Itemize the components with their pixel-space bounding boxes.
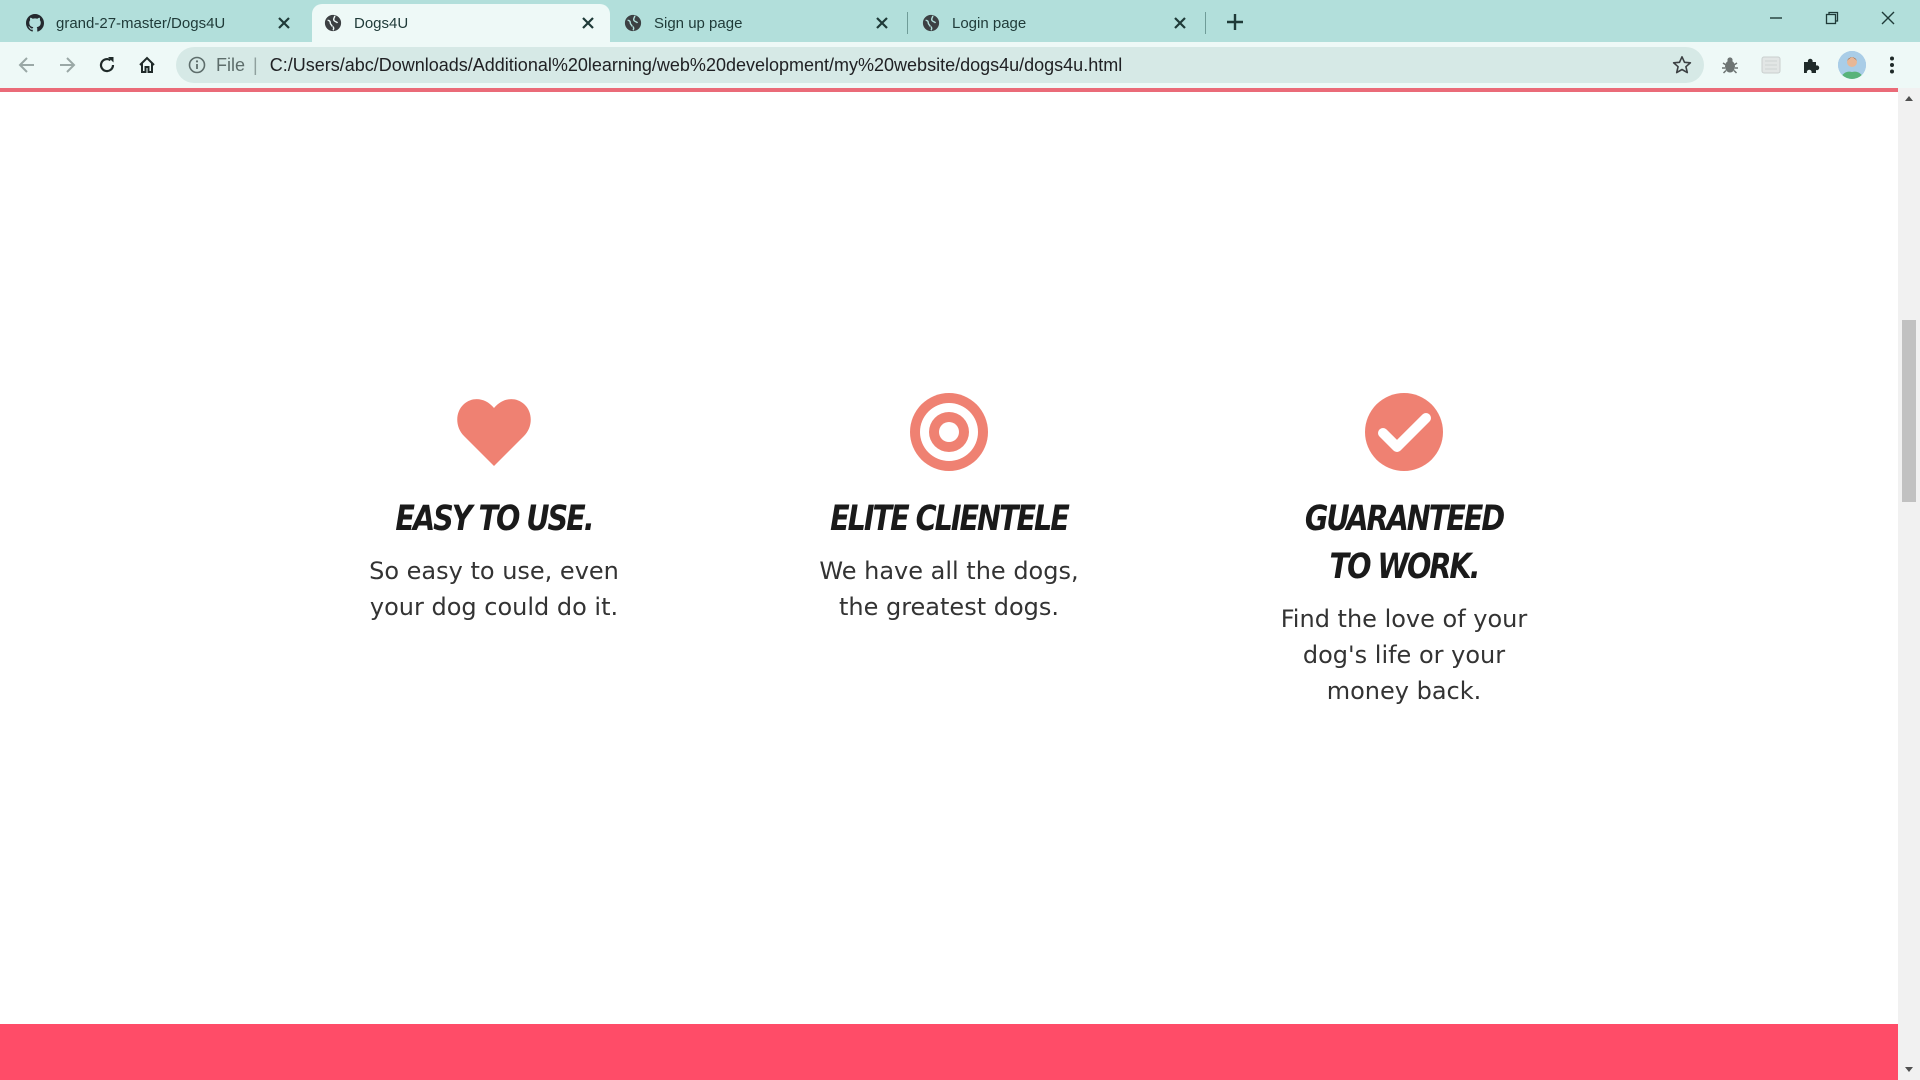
close-icon [1881, 11, 1895, 25]
tab-title: Login page [952, 14, 1027, 32]
scheme-divider: | [253, 54, 258, 75]
plus-icon [1227, 14, 1243, 30]
star-icon[interactable] [1672, 55, 1692, 75]
tab-separator [1205, 12, 1206, 34]
globe-icon [624, 14, 642, 32]
home-button[interactable] [131, 49, 163, 81]
description-line: dog's life or your [1302, 641, 1506, 669]
description-line: money back. [1326, 677, 1482, 705]
extension-tile-icon [1761, 56, 1781, 74]
description-line: your dog could do it. [369, 593, 619, 621]
tab-dogs4u[interactable]: Dogs4U [312, 4, 610, 42]
restore-button[interactable] [1804, 0, 1860, 36]
scrollbar-thumb[interactable] [1902, 320, 1916, 502]
bullseye-icon [910, 393, 988, 471]
extensions-menu-button[interactable] [1799, 53, 1823, 77]
page-scrollbar[interactable] [1898, 88, 1920, 1080]
feature-description: We have all the dogs, the greatest dogs. [799, 553, 1099, 625]
puzzle-piece-icon [1804, 58, 1820, 73]
check-circle-icon [1365, 393, 1443, 471]
scheme-label: File [216, 54, 246, 75]
avatar-icon [1838, 51, 1866, 79]
feature-title: Guaranteed to work. [1304, 499, 1505, 587]
kebab-menu-icon [1890, 56, 1894, 74]
testimonial-section-band [0, 1024, 1898, 1080]
tab-title: Dogs4U [354, 14, 409, 32]
feature-title: Elite Clientele [830, 499, 1070, 539]
arrow-right-icon [60, 57, 76, 73]
back-button[interactable] [11, 49, 43, 81]
profile-avatar[interactable] [1838, 51, 1866, 79]
scroll-up-button[interactable] [1898, 88, 1920, 108]
bug-extension-button[interactable] [1718, 53, 1742, 77]
browser-toolbar: File | C:/Users/abc/Downloads/Additional… [0, 42, 1920, 88]
scroll-down-button[interactable] [1898, 1060, 1920, 1080]
reload-icon [99, 57, 115, 73]
reload-button[interactable] [91, 49, 123, 81]
close-icon[interactable] [578, 13, 598, 33]
feature-description: Find the love of your dog's life or your… [1254, 601, 1554, 709]
url-text[interactable]: C:/Users/abc/Downloads/Additional%20lear… [270, 55, 1123, 76]
tab-sign-up[interactable]: Sign up page [612, 4, 904, 42]
arrow-left-icon [18, 57, 34, 73]
page-viewport: Easy to use. So easy to use, even your d… [0, 88, 1898, 1080]
browser-menu-button[interactable] [1880, 53, 1904, 77]
tab-separator [907, 12, 908, 34]
caret-down-icon [1905, 1067, 1913, 1072]
feature-elite-clientele: Elite Clientele We have all the dogs, th… [799, 392, 1099, 625]
info-icon[interactable] [188, 56, 206, 74]
tab-title: grand-27-master/Dogs4U [56, 14, 226, 32]
forward-button[interactable] [51, 49, 83, 81]
close-icon[interactable] [274, 13, 294, 33]
github-icon [26, 14, 44, 32]
feature-guaranteed-to-work: Guaranteed to work. Find the love of you… [1254, 392, 1554, 709]
new-tab-button[interactable] [1221, 8, 1249, 36]
section-top-rule [0, 88, 1898, 92]
close-window-button[interactable] [1860, 0, 1916, 36]
description-line: Find the love of your [1280, 605, 1528, 633]
globe-icon [922, 14, 940, 32]
feature-title: Easy to use. [395, 499, 594, 539]
tab-github[interactable]: grand-27-master/Dogs4U [14, 4, 306, 42]
extension-button[interactable] [1759, 53, 1783, 77]
close-icon[interactable] [872, 13, 892, 33]
globe-icon [324, 14, 342, 32]
tab-strip: grand-27-master/Dogs4U Dogs4U Sign up pa… [0, 0, 1920, 42]
feature-description: So easy to use, even your dog could do i… [344, 553, 644, 625]
tab-login[interactable]: Login page [910, 4, 1202, 42]
restore-icon [1825, 11, 1839, 25]
bug-icon [1722, 57, 1738, 74]
minimize-icon [1770, 17, 1782, 19]
description-line: the greatest dogs. [838, 593, 1060, 621]
minimize-button[interactable] [1748, 0, 1804, 36]
close-icon[interactable] [1170, 13, 1190, 33]
description-line: We have all the dogs, [819, 557, 1079, 585]
caret-up-icon [1905, 96, 1913, 101]
address-bar[interactable]: File | C:/Users/abc/Downloads/Additional… [176, 47, 1704, 83]
tab-title: Sign up page [654, 14, 743, 32]
home-icon [139, 56, 155, 73]
description-line: So easy to use, even [369, 557, 619, 585]
feature-easy-to-use: Easy to use. So easy to use, even your d… [344, 392, 644, 625]
heart-icon [457, 399, 531, 466]
